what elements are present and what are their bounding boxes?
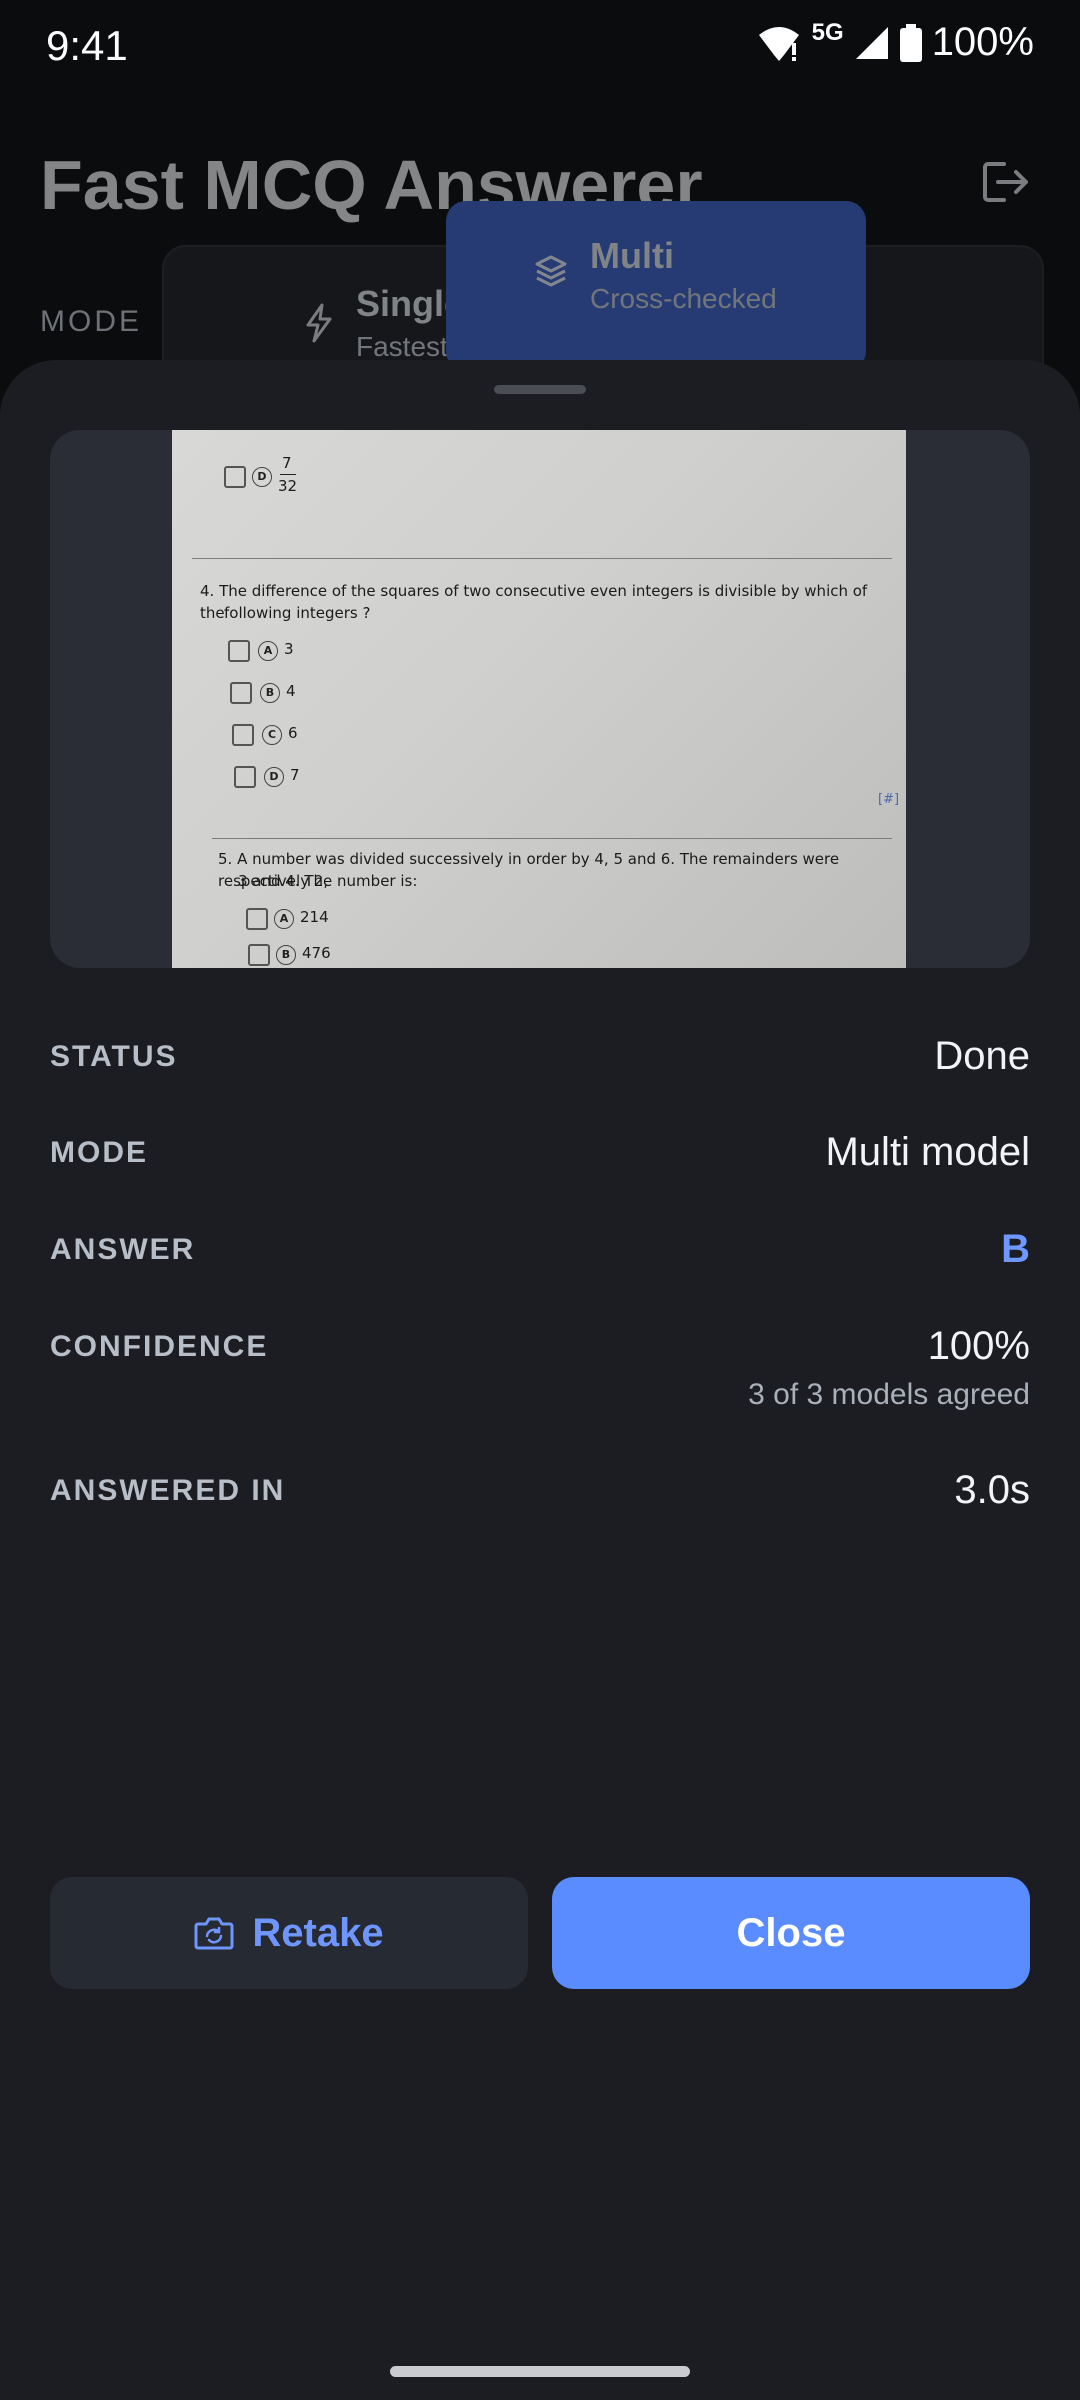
logout-icon: [983, 162, 1028, 202]
answered-in-label: ANSWERED IN: [50, 1474, 286, 1507]
network-type: 5G: [811, 18, 844, 46]
confidence-value: 100%: [927, 1324, 1030, 1368]
result-sheet: D 7 32 4. The difference of the squares …: [0, 360, 1080, 2400]
battery-icon: [899, 23, 922, 62]
gesture-nav-bar[interactable]: [390, 2366, 690, 2377]
mode-row-value: Multi model: [825, 1130, 1030, 1174]
confidence-note: 3 of 3 models agreed: [748, 1378, 1030, 1411]
close-button[interactable]: Close: [552, 1877, 1030, 1989]
photo-option-a: 3: [284, 640, 294, 658]
photo-option-c: 6: [288, 724, 298, 742]
photo-option-b: 4: [286, 682, 296, 700]
logout-button[interactable]: [982, 160, 1030, 209]
photo-q5-option-b: 476: [302, 944, 331, 962]
photo-text-q5-cont: 3 and 4. The number is:: [238, 872, 418, 890]
confidence-label: CONFIDENCE: [50, 1330, 269, 1363]
status-bar: 9:41 5G 100%: [0, 0, 1080, 95]
photo-q5-option-a: 214: [300, 908, 329, 926]
mode-multi-subtitle: Cross-checked: [590, 283, 777, 314]
lightning-icon: [306, 303, 332, 343]
photo-option-d: 7: [290, 766, 300, 784]
mode-row-label: MODE: [50, 1136, 148, 1169]
question-photo: D 7 32 4. The difference of the squares …: [172, 430, 906, 968]
answered-in-value: 3.0s: [954, 1468, 1030, 1512]
mode-label: MODE: [40, 305, 142, 338]
close-label: Close: [736, 1910, 846, 1955]
status-value: Done: [934, 1034, 1030, 1078]
status-label: STATUS: [50, 1040, 178, 1073]
retake-button[interactable]: Retake: [50, 1877, 528, 1989]
answer-label: ANSWER: [50, 1233, 196, 1266]
retake-label: Retake: [252, 1910, 384, 1955]
mode-multi-option[interactable]: Multi Cross-checked: [446, 201, 866, 371]
answer-value: B: [1001, 1227, 1030, 1271]
signal-icon: [855, 26, 888, 59]
sheet-drag-handle[interactable]: [494, 385, 586, 394]
status-time: 9:41: [46, 22, 128, 69]
wifi-icon: [758, 26, 799, 61]
layers-icon: [535, 255, 567, 287]
status-icons: 5G 100%: [756, 18, 1034, 65]
mode-multi-title: Multi: [590, 235, 674, 276]
mode-single-option[interactable]: Single Fastest: [304, 283, 464, 363]
captured-photo-preview: D 7 32 4. The difference of the squares …: [50, 430, 1030, 968]
photo-text-fraction-den: 32: [278, 477, 298, 495]
photo-mark: [#]: [878, 792, 900, 807]
photo-text-q4-cont: following integers ?: [224, 604, 371, 622]
background-app: Fast MCQ Answerer MODE Single Fastest Mu…: [0, 95, 1080, 399]
battery-level: 100%: [931, 20, 1034, 64]
camera-retake-icon: [194, 1917, 234, 1950]
photo-text-fraction-num: 7: [282, 454, 292, 472]
